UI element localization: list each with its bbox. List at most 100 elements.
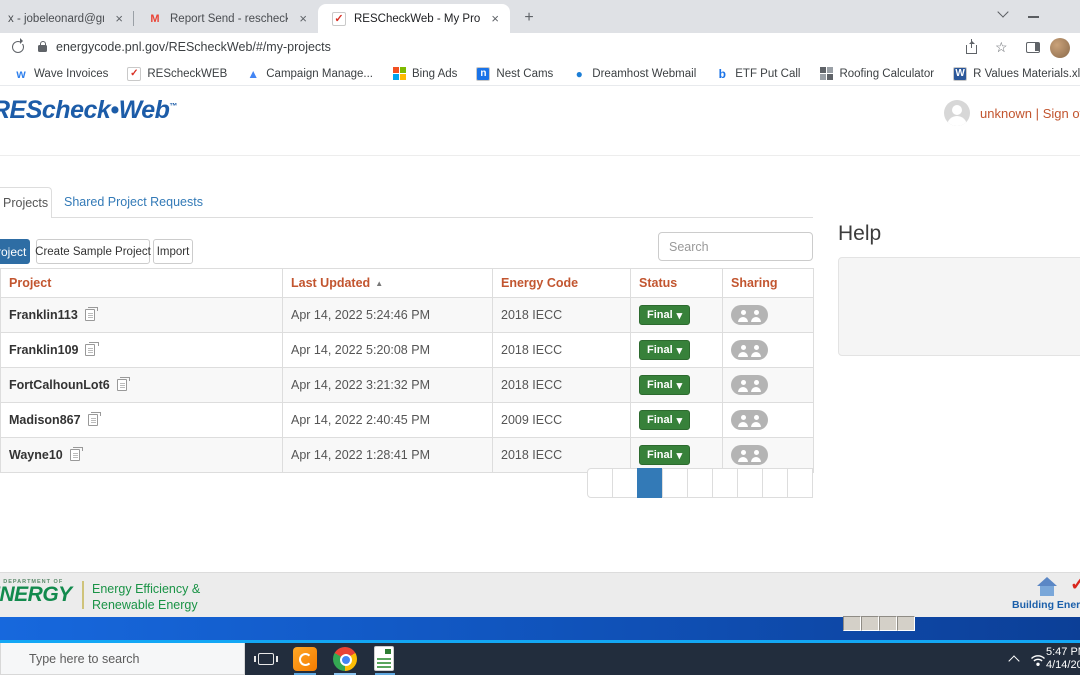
browser-tab[interactable]: M Report Send - rescheckinfo@gm... × (134, 4, 318, 33)
help-link[interactable] (839, 298, 1080, 315)
orange-app-icon[interactable] (293, 647, 317, 671)
create-sample-project-button[interactable]: Create Sample Project (36, 239, 150, 264)
browser-tab-strip: x - jobeleonard@gmail.com × M Report Sen… (0, 0, 1080, 33)
new-tab-button[interactable]: + (516, 5, 542, 31)
tray-chevron-up-icon[interactable] (1008, 655, 1019, 666)
tab-close-icon[interactable]: × (112, 11, 126, 26)
side-panel-icon[interactable] (1026, 42, 1040, 53)
bookmark-item[interactable]: n Nest Cams (476, 67, 553, 81)
taskbar-search-input[interactable] (0, 643, 245, 675)
copy-project-icon[interactable] (70, 449, 80, 461)
bookmark-label: Campaign Manage... (266, 68, 373, 80)
project-name-link[interactable]: Franklin109 (9, 343, 78, 357)
search-input[interactable] (658, 232, 813, 261)
sharing-button[interactable] (731, 305, 768, 325)
bookmark-item[interactable]: ▲ Campaign Manage... (246, 67, 373, 81)
building-energy-logo[interactable]: ✓ Building Energy (1012, 577, 1080, 611)
person-icon (751, 347, 761, 357)
energy-code-cell: 2018 IECC (493, 368, 631, 403)
col-energy-code[interactable]: Energy Code (493, 269, 631, 298)
tray-clock[interactable]: 5:47 PM4/14/2022 (1046, 646, 1080, 674)
bookmark-item[interactable]: W R Values Materials.xls (953, 67, 1080, 81)
project-name-link[interactable]: FortCalhounLot6 (9, 378, 110, 392)
tab-search-chevron-icon[interactable] (997, 6, 1008, 17)
browser-tab[interactable]: x - jobeleonard@gmail.com × (0, 4, 134, 33)
spreadsheet-app-icon[interactable] (374, 646, 394, 671)
eere-label: Energy Efficiency &Renewable Energy (92, 581, 200, 614)
lock-icon[interactable] (38, 45, 47, 52)
project-name-link[interactable]: Madison867 (9, 413, 81, 427)
help-link[interactable] (839, 332, 1080, 349)
bookmark-favicon-icon: ● (572, 67, 586, 81)
energy-code-cell: 2018 IECC (493, 333, 631, 368)
browser-tab[interactable]: ✓ RESCheckWeb - My Projects × (318, 4, 510, 33)
refresh-icon[interactable] (12, 41, 24, 53)
bookmark-item[interactable]: w Wave Invoices (14, 67, 108, 81)
person-icon (738, 382, 748, 392)
pagination-button[interactable] (787, 468, 813, 498)
sharing-button[interactable] (731, 375, 768, 395)
browser-profile-avatar[interactable] (1050, 38, 1070, 58)
help-link[interactable] (839, 281, 1080, 298)
copy-project-icon[interactable] (117, 379, 127, 391)
screen: x - jobeleonard@gmail.com × M Report Sen… (0, 0, 1080, 675)
bookmark-item[interactable]: Roofing Calculator (819, 67, 934, 81)
pagination-button[interactable] (612, 468, 638, 498)
chrome-icon[interactable] (333, 647, 357, 671)
pagination-button[interactable] (662, 468, 688, 498)
window-minimize-button[interactable] (1028, 16, 1039, 18)
bookmark-favicon-icon (392, 67, 406, 81)
task-view-icon[interactable] (258, 653, 274, 665)
energy-code-cell: 2018 IECC (493, 298, 631, 333)
pagination-button[interactable] (712, 468, 738, 498)
bookmark-item[interactable]: Bing Ads (392, 67, 457, 81)
pagination-button[interactable] (637, 468, 663, 498)
person-icon (738, 312, 748, 322)
status-dropdown-button[interactable]: Final▾ (639, 340, 690, 360)
sharing-button[interactable] (731, 340, 768, 360)
col-sharing[interactable]: Sharing (723, 269, 814, 298)
bookmark-star-icon[interactable]: ☆ (995, 39, 1008, 56)
share-icon[interactable] (966, 45, 977, 54)
table-row: Madison867 Apr 14, 2022 2:40:45 PM 2009 … (1, 403, 814, 438)
pagination-button[interactable] (587, 468, 613, 498)
copy-project-icon[interactable] (85, 344, 95, 356)
copy-project-icon[interactable] (88, 414, 98, 426)
sharing-button[interactable] (731, 445, 768, 465)
pagination-button[interactable] (737, 468, 763, 498)
bookmark-item[interactable]: ✓ REScheckWEB (127, 67, 227, 81)
create-project-button[interactable]: Create Project (0, 239, 30, 264)
sign-off-link[interactable]: Sign off (1043, 106, 1080, 121)
rescheck-web-logo[interactable]: REScheck•Web™ (0, 96, 177, 125)
col-status[interactable]: Status (631, 269, 723, 298)
doe-logo[interactable]: U.S. DEPARTMENT OF ENERGY (0, 579, 72, 605)
bookmark-item[interactable]: b ETF Put Call (715, 67, 800, 81)
help-link[interactable] (839, 315, 1080, 332)
pagination-button[interactable] (687, 468, 713, 498)
pagination-button[interactable] (762, 468, 788, 498)
bookmark-item[interactable]: ● Dreamhost Webmail (572, 67, 696, 81)
copy-project-icon[interactable] (85, 309, 95, 321)
project-name-link[interactable]: Franklin113 (9, 308, 78, 322)
url-text[interactable]: energycode.pnl.gov/REScheckWeb/#/my-proj… (56, 40, 331, 54)
tab-close-icon[interactable]: × (488, 11, 502, 26)
help-link[interactable] (839, 264, 1080, 281)
sharing-button[interactable] (731, 410, 768, 430)
status-dropdown-button[interactable]: Final▾ (639, 305, 690, 325)
tab-projects[interactable]: Projects (0, 187, 52, 218)
status-dropdown-button[interactable]: Final▾ (639, 375, 690, 395)
browser-tabs: x - jobeleonard@gmail.com × M Report Sen… (0, 4, 542, 33)
help-title: Help (838, 222, 881, 246)
status-dropdown-button[interactable]: Final▾ (639, 445, 690, 465)
status-dropdown-button[interactable]: Final▾ (639, 410, 690, 430)
wifi-icon[interactable] (1030, 654, 1046, 672)
bookmark-label: ETF Put Call (735, 68, 800, 80)
col-last-updated[interactable]: Last Updated▲ (283, 269, 493, 298)
import-button[interactable]: Import (153, 239, 193, 264)
tab-shared-project-requests[interactable]: Shared Project Requests (64, 195, 203, 209)
tab-close-icon[interactable]: × (296, 11, 310, 26)
table-row: Franklin109 Apr 14, 2022 5:20:08 PM 2018… (1, 333, 814, 368)
project-name-link[interactable]: Wayne10 (9, 448, 63, 462)
col-project[interactable]: Project (1, 269, 283, 298)
bookmark-favicon-icon: n (476, 67, 490, 81)
